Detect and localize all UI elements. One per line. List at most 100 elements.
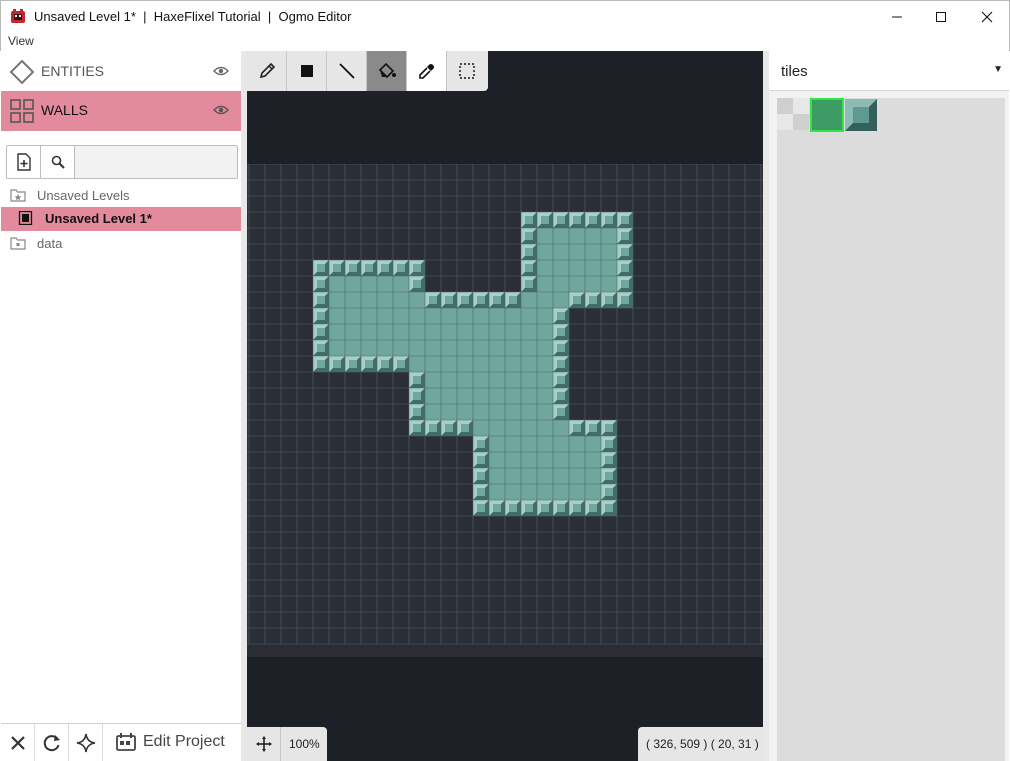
wall-edge-tile [585, 420, 601, 436]
wall-tile [489, 404, 505, 420]
wall-tile [521, 436, 537, 452]
wall-tile [585, 276, 601, 292]
eye-icon[interactable] [213, 103, 229, 117]
wall-tile [361, 308, 377, 324]
tree-item-unsaved-levels[interactable]: Unsaved Levels [1, 184, 241, 206]
new-level-button[interactable] [7, 146, 41, 178]
wall-tile [473, 340, 489, 356]
wall-tile [441, 340, 457, 356]
wall-tile [457, 404, 473, 420]
tree-item-unsaved-level-1[interactable]: Unsaved Level 1* [1, 207, 241, 231]
close-icon[interactable] [1, 724, 35, 761]
eye-icon[interactable] [213, 64, 229, 78]
tile-selected[interactable] [810, 98, 844, 132]
wall-tile [505, 324, 521, 340]
wall-edge-tile [585, 500, 601, 516]
wall-edge-tile [425, 292, 441, 308]
wall-tile [489, 324, 505, 340]
move-icon[interactable] [247, 727, 281, 761]
sparkle-icon[interactable] [69, 724, 103, 761]
wall-edge-tile [313, 308, 329, 324]
menu-view[interactable]: View [8, 34, 34, 48]
ogmo-app-icon [10, 8, 26, 24]
search-icon[interactable] [41, 146, 75, 178]
wall-edge-tile [313, 292, 329, 308]
line-icon[interactable] [327, 51, 367, 91]
eyedropper-icon[interactable] [407, 51, 447, 91]
wall-edge-tile [601, 212, 617, 228]
wall-tile [425, 372, 441, 388]
wall-edge-tile [521, 276, 537, 292]
zoom-level[interactable]: 100% [289, 737, 320, 751]
wall-edge-tile [329, 356, 345, 372]
wall-tile [537, 260, 553, 276]
level-editor[interactable]: 100% ( 326, 509 ) ( 20, 31 ) [247, 51, 763, 761]
rectangle-fill-icon[interactable] [287, 51, 327, 91]
layer-walls[interactable]: WALLS [1, 91, 241, 131]
wall-edge-tile [473, 292, 489, 308]
pencil-icon[interactable] [247, 51, 287, 91]
wall-tile [537, 356, 553, 372]
wall-edge-tile [489, 292, 505, 308]
wall-edge-tile [473, 436, 489, 452]
wall-tile [345, 340, 361, 356]
wall-tile [393, 340, 409, 356]
wall-tile [601, 244, 617, 260]
wall-edge-tile [313, 260, 329, 276]
wall-edge-tile [617, 276, 633, 292]
wall-tile [537, 292, 553, 308]
select-icon[interactable] [447, 51, 487, 91]
wall-edge-tile [473, 500, 489, 516]
level-canvas[interactable] [247, 164, 763, 647]
tile-palette[interactable] [777, 98, 1005, 761]
wall-tile [457, 388, 473, 404]
tile-bevel[interactable] [845, 99, 877, 131]
wall-tile [521, 404, 537, 420]
wall-tile [553, 244, 569, 260]
close-window-button[interactable] [964, 1, 1010, 32]
layer-entities[interactable]: ENTITIES [1, 52, 241, 90]
wall-tile [489, 388, 505, 404]
level-scrollbar[interactable] [247, 647, 763, 657]
wall-edge-tile [521, 244, 537, 260]
wall-tile [521, 388, 537, 404]
coordinates-readout: ( 326, 509 ) ( 20, 31 ) [638, 727, 763, 761]
wall-edge-tile [457, 292, 473, 308]
wall-tile [473, 372, 489, 388]
wall-tile [489, 484, 505, 500]
wall-tile [569, 260, 585, 276]
wall-edge-tile [473, 452, 489, 468]
wall-tile [505, 388, 521, 404]
wall-tile [505, 452, 521, 468]
project-icon [116, 732, 136, 755]
window-title: Unsaved Level 1* | HaxeFlixel Tutorial |… [34, 9, 352, 24]
wall-edge-tile [313, 340, 329, 356]
wall-tile [409, 308, 425, 324]
level-search-input[interactable] [75, 146, 237, 178]
edit-project-button[interactable]: Edit Project [105, 724, 241, 761]
wall-edge-tile [313, 324, 329, 340]
wall-tile [537, 340, 553, 356]
wall-tile [409, 340, 425, 356]
wall-edge-tile [569, 500, 585, 516]
wall-tile [361, 292, 377, 308]
refresh-icon[interactable] [35, 724, 69, 761]
wall-edge-tile [425, 420, 441, 436]
tileset-dropdown[interactable]: tiles ▼ [769, 51, 1009, 91]
wall-tile [393, 324, 409, 340]
minimize-button[interactable] [874, 1, 920, 32]
wall-tile [521, 292, 537, 308]
layer-label: WALLS [41, 102, 88, 118]
wall-tile [537, 468, 553, 484]
wall-tile [601, 228, 617, 244]
flood-fill-icon[interactable] [367, 51, 407, 91]
wall-edge-tile [553, 308, 569, 324]
wall-tile [489, 372, 505, 388]
wall-tile [537, 452, 553, 468]
wall-edge-tile [617, 260, 633, 276]
empty-tile[interactable] [777, 98, 809, 130]
wall-edge-tile [457, 420, 473, 436]
maximize-button[interactable] [918, 1, 964, 32]
wall-tile [457, 340, 473, 356]
tree-item-data[interactable]: data [1, 232, 241, 254]
